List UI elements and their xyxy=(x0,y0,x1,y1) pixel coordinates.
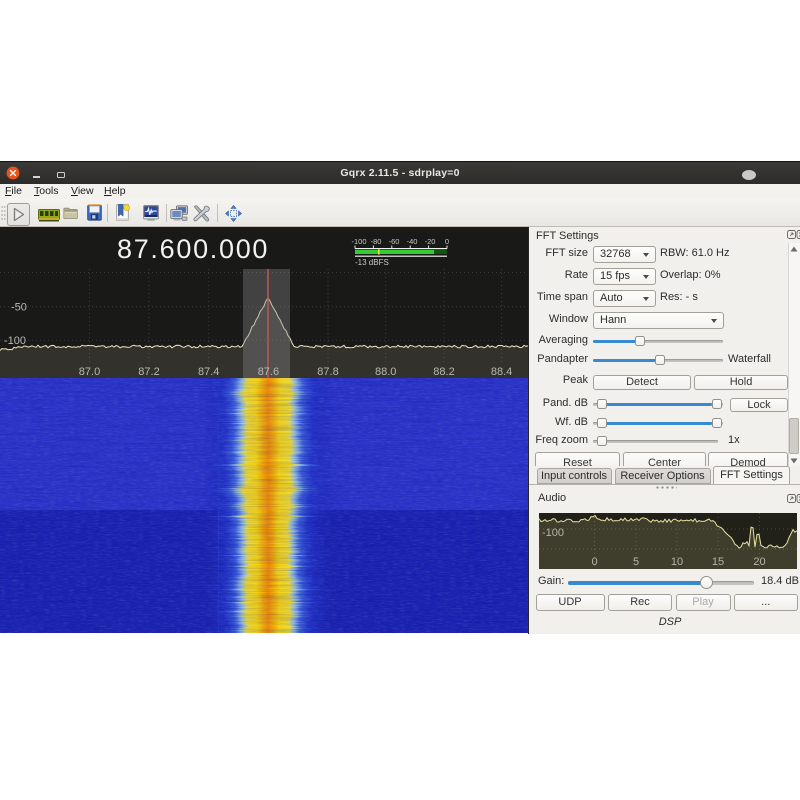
svg-text:-50: -50 xyxy=(11,302,27,314)
svg-text:87.4: 87.4 xyxy=(198,366,219,378)
svg-text:-40: -40 xyxy=(407,237,418,246)
svg-text:10: 10 xyxy=(671,556,683,568)
svg-text:-60: -60 xyxy=(389,237,400,246)
svg-text:87.6: 87.6 xyxy=(258,366,279,378)
svg-text:20: 20 xyxy=(753,556,765,568)
svg-text:88.0: 88.0 xyxy=(375,366,396,378)
svg-text:0: 0 xyxy=(591,556,597,568)
svg-text:15: 15 xyxy=(712,556,724,568)
svg-text:5: 5 xyxy=(633,556,639,568)
svg-text:-20: -20 xyxy=(425,237,436,246)
svg-text:87.8: 87.8 xyxy=(317,366,338,378)
svg-text:0: 0 xyxy=(445,237,449,246)
svg-text:87.2: 87.2 xyxy=(138,366,159,378)
svg-text:-80: -80 xyxy=(371,237,382,246)
svg-text:-100: -100 xyxy=(542,527,564,539)
svg-text:87.0: 87.0 xyxy=(79,366,100,378)
svg-text:-100: -100 xyxy=(351,237,366,246)
svg-text:-13 dBFS: -13 dBFS xyxy=(355,258,389,267)
svg-text:88.2: 88.2 xyxy=(433,366,454,378)
svg-text:-100: -100 xyxy=(4,335,26,347)
